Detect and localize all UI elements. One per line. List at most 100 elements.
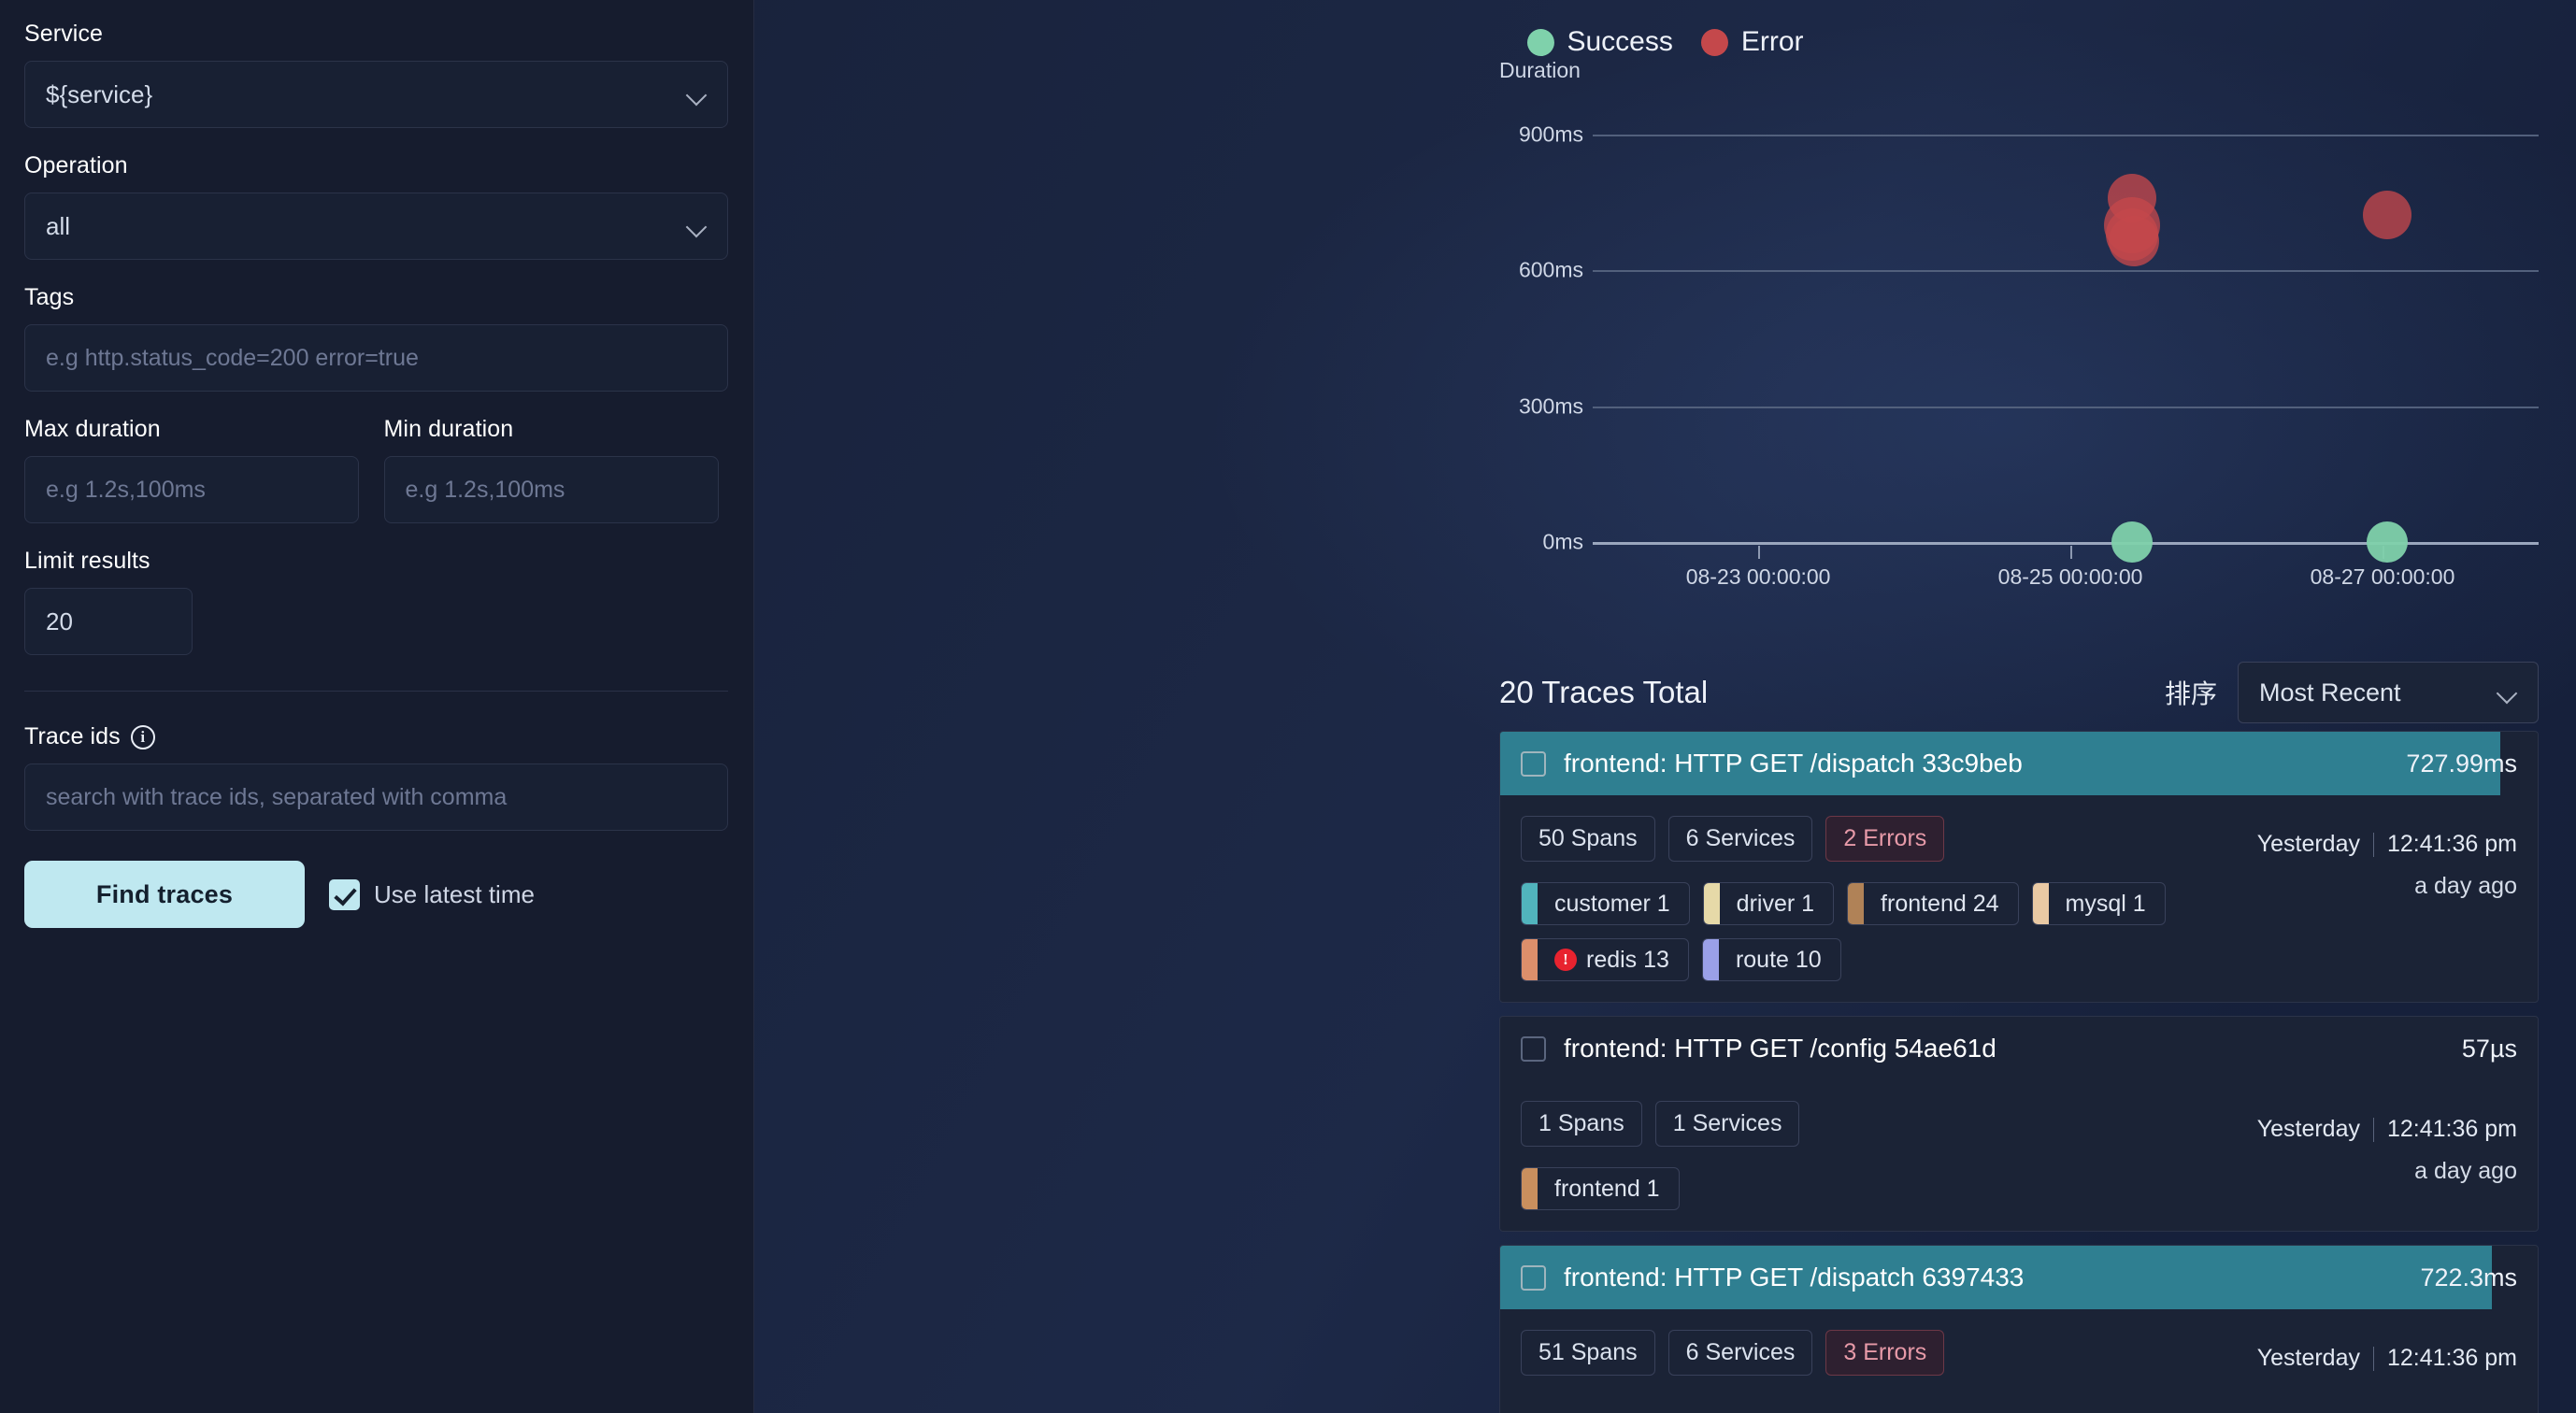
trace-search-page: Service ${service} Operation all Tags e.… (0, 0, 2576, 1413)
info-badge: 1 Spans (1521, 1101, 1642, 1147)
limit-results-input[interactable]: 20 (24, 588, 193, 655)
operation-value: all (46, 211, 71, 240)
chart-point-success[interactable] (2367, 521, 2409, 563)
service-color-swatch (1848, 883, 1865, 924)
legend-item-success[interactable]: Success (1526, 26, 1673, 58)
service-pill[interactable]: frontend 24 (1847, 882, 2019, 925)
sort-select[interactable]: Most Recent (2238, 662, 2539, 723)
chart-y-tick-label: 600ms (1518, 257, 1583, 282)
trace-ids-input[interactable]: search with trace ids, separated with co… (24, 764, 728, 831)
legend-label: Error (1740, 26, 1804, 57)
chart-x-tick (2070, 546, 2073, 559)
service-pill[interactable]: driver 1 (1702, 882, 1835, 925)
service-color-swatch (1522, 1168, 1538, 1209)
service-pill[interactable]: mysql 1 (2031, 882, 2166, 925)
trace-title: frontend: HTTP GET /config 54ae61d (1564, 1034, 1996, 1063)
legend-label: Success (1567, 26, 1673, 57)
trace-card-header[interactable]: frontend: HTTP GET /config 54ae61d 57µs (1500, 1017, 2538, 1080)
sort-label: 排序 (2164, 679, 2217, 708)
info-badge: 1 Services (1654, 1101, 1800, 1147)
service-color-swatch (1522, 939, 1538, 980)
chart-point-success[interactable] (2111, 521, 2153, 563)
errors-badge: 3 Errors (1825, 1330, 1945, 1376)
service-pills: customer 1 driver 1 frontend 24 mysql 1! red… (1521, 882, 2209, 981)
legend-dot-icon (1700, 28, 1728, 56)
chart-legend: Success Error (1526, 26, 1804, 58)
results-panel: Success Error Duration 900ms 600ms 300ms 0ms… (754, 0, 2576, 1413)
limit-results-value: 20 (46, 607, 73, 635)
min-duration-placeholder: e.g 1.2s,100ms (405, 476, 565, 503)
chart-point-error[interactable] (2363, 191, 2412, 240)
max-duration-placeholder: e.g 1.2s,100ms (46, 476, 206, 503)
sidebar-divider (24, 691, 728, 692)
min-duration-field: Min duration e.g 1.2s,100ms (383, 416, 729, 523)
trace-time-row: Yesterday 12:41:36 pm (2257, 1116, 2517, 1143)
duration-fields: Max duration e.g 1.2s,100ms Min duration… (24, 416, 728, 523)
chart-gridline (1593, 406, 2539, 408)
results-header: 20 Traces Total 排序 Most Recent (754, 654, 2576, 731)
chart-y-tick-label: 900ms (1518, 121, 1583, 147)
trace-badges: 1 Spans 1 Services (1521, 1101, 2209, 1147)
trace-relative-time: a day ago (2414, 873, 2517, 899)
service-pill[interactable]: ! redis 13 (1521, 938, 1689, 981)
trace-ids-label: Trace ids (24, 723, 121, 749)
tags-input[interactable]: e.g http.status_code=200 error=true (24, 324, 728, 392)
find-traces-button[interactable]: Find traces (24, 861, 305, 928)
chart-x-tick-label: 08-25 00:00:00 (1997, 564, 2143, 589)
min-duration-input[interactable]: e.g 1.2s,100ms (383, 456, 719, 523)
info-badge: 6 Services (1667, 1330, 1813, 1376)
trace-select-checkbox[interactable] (1521, 1264, 1546, 1291)
legend-item-error[interactable]: Error (1700, 26, 1804, 58)
service-pill-label: customer 1 (1554, 890, 1670, 917)
chart-gridline (1593, 135, 2539, 136)
trace-timestamp: Yesterday 12:41:36 pm a day ago (2209, 816, 2517, 981)
tags-placeholder: e.g http.status_code=200 error=true (46, 344, 419, 371)
trace-time: 12:41:36 pm (2387, 1345, 2517, 1371)
tags-label: Tags (24, 284, 75, 310)
trace-select-checkbox[interactable] (1521, 1035, 1546, 1062)
trace-day: Yesterday (2256, 1345, 2360, 1371)
service-value: ${service} (46, 79, 153, 108)
error-alert-icon: ! (1554, 949, 1577, 971)
service-pill-label: redis 13 (1586, 946, 1669, 973)
chart-point-error[interactable] (2108, 215, 2159, 266)
trace-card-header[interactable]: frontend: HTTP GET /dispatch 33c9beb 727.… (1500, 732, 2538, 795)
trace-card[interactable]: frontend: HTTP GET /dispatch 33c9beb 727.… (1499, 731, 2539, 1003)
info-icon[interactable]: i (130, 724, 155, 749)
service-pill-label: mysql 1 (2065, 890, 2146, 917)
service-select[interactable]: ${service} (24, 61, 728, 128)
trace-body-left: 50 Spans 6 Services 2 Errors customer 1 driv… (1521, 816, 2209, 981)
tags-field: Tags e.g http.status_code=200 error=true (24, 284, 728, 392)
trace-time-row: Yesterday 12:41:36 pm (2257, 831, 2517, 858)
trace-header-content: frontend: HTTP GET /dispatch 6397433 722.… (1521, 1263, 2538, 1292)
trace-duration: 57µs (2461, 1034, 2517, 1063)
trace-time: 12:41:36 pm (2387, 1116, 2517, 1142)
service-pill[interactable]: customer 1 (1521, 882, 1690, 925)
service-pill[interactable]: frontend 1 (1521, 1167, 1680, 1210)
operation-field: Operation all (24, 152, 728, 260)
legend-dot-icon (1526, 28, 1554, 56)
sort-controls: 排序 Most Recent (2165, 662, 2539, 723)
trace-card-header[interactable]: frontend: HTTP GET /dispatch 6397433 722.… (1500, 1246, 2538, 1309)
max-duration-input[interactable]: e.g 1.2s,100ms (24, 456, 359, 523)
info-badge: 51 Spans (1521, 1330, 1655, 1376)
service-pill-label: frontend 24 (1881, 890, 1999, 917)
operation-select[interactable]: all (24, 193, 728, 260)
trace-ids-field: Trace ids i search with trace ids, separ… (24, 723, 728, 831)
service-color-swatch (1703, 883, 1720, 924)
sort-value: Most Recent (2259, 678, 2401, 706)
trace-badges: 50 Spans 6 Services 2 Errors (1521, 816, 2209, 862)
duration-scatter-chart: Success Error Duration 900ms 600ms 300ms 0ms… (754, 0, 2576, 645)
max-duration-label: Max duration (24, 416, 161, 442)
errors-badge: 2 Errors (1825, 816, 1945, 862)
service-pill[interactable]: route 10 (1701, 938, 1841, 981)
checkbox-checked-icon[interactable] (329, 878, 360, 910)
service-color-swatch (2032, 883, 2049, 924)
trace-card[interactable]: frontend: HTTP GET /dispatch 6397433 722.… (1499, 1245, 2539, 1413)
trace-card[interactable]: frontend: HTTP GET /config 54ae61d 57µs 1 … (1499, 1016, 2539, 1232)
trace-card-body: 1 Spans 1 Services frontend 1 Yesterday 12:4… (1500, 1080, 2538, 1231)
use-latest-time-toggle[interactable]: Use latest time (329, 878, 535, 910)
trace-select-checkbox[interactable] (1521, 750, 1546, 777)
trace-ids-label-row: Trace ids i (24, 723, 728, 750)
trace-results-list: frontend: HTTP GET /dispatch 33c9beb 727.… (1499, 731, 2539, 1413)
